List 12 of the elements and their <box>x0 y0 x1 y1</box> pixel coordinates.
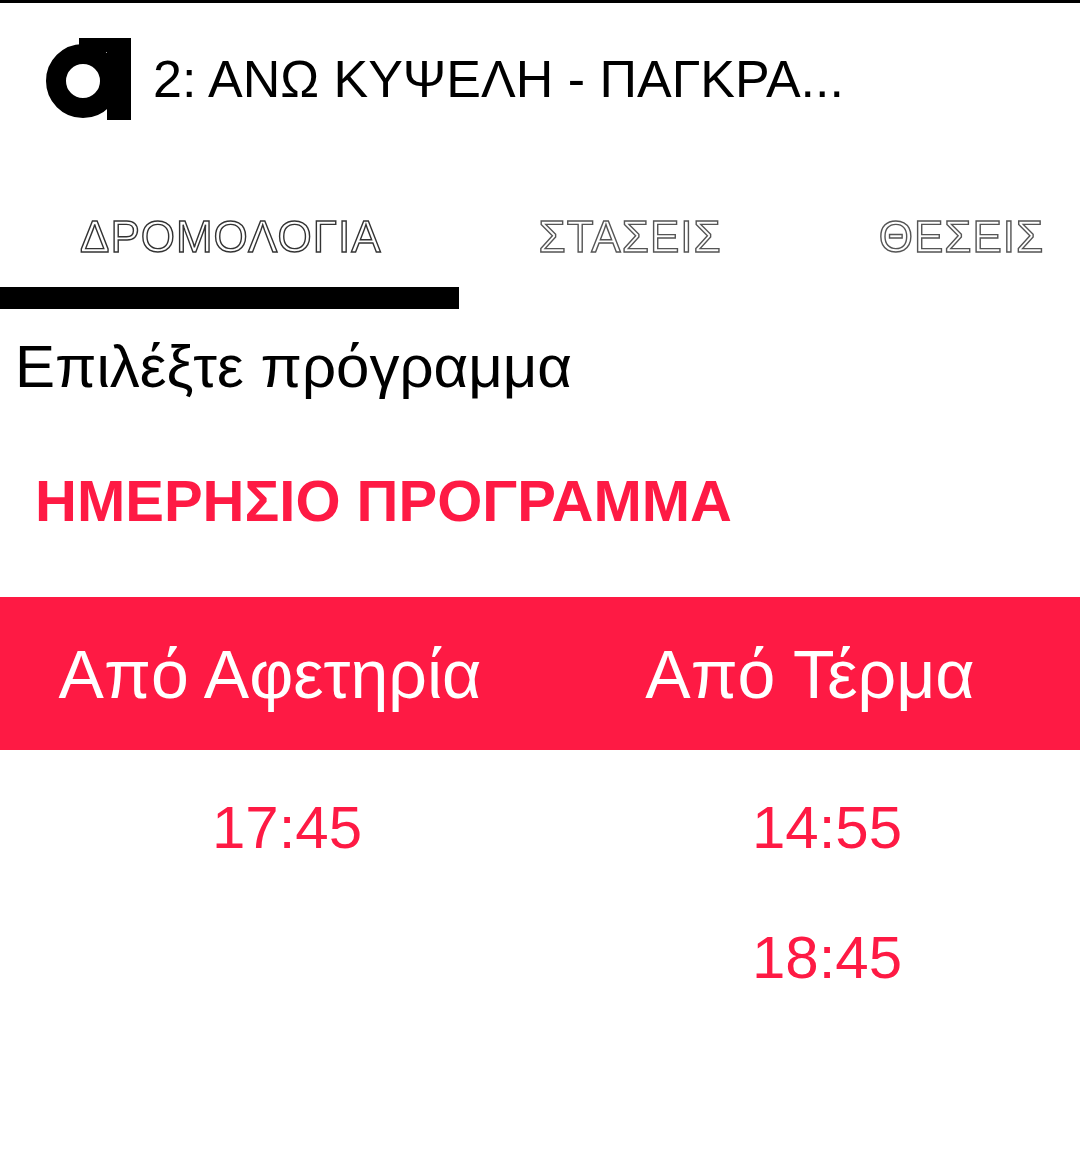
route-title: 2: ΑΝΩ ΚΥΨΕΛΗ - ΠΑΓΚΡΑ... <box>153 49 844 109</box>
column-header: Από Αφετηρία <box>58 634 482 713</box>
departure-time: 14:55 <box>751 793 903 863</box>
tab[interactable]: ΘΕΣΕΙΣ <box>798 159 1080 309</box>
schedule-title: ΗΜΕΡΗΣΙΟ ΠΡΟΓΡΑΜΜΑ <box>35 469 733 533</box>
tab[interactable]: ΣΤΑΣΕΙΣ <box>458 159 799 309</box>
logo-icon <box>45 38 131 120</box>
departure-time: 17:45 <box>211 793 363 863</box>
departure-time: 18:45 <box>751 923 903 993</box>
prompt-text: Επιλέξτε πρόγραμμα <box>15 335 574 399</box>
tab[interactable]: ΔΡΟΜΟΛΟΓΙΑ <box>0 159 459 309</box>
column-header: Από Τέρμα <box>645 634 975 713</box>
